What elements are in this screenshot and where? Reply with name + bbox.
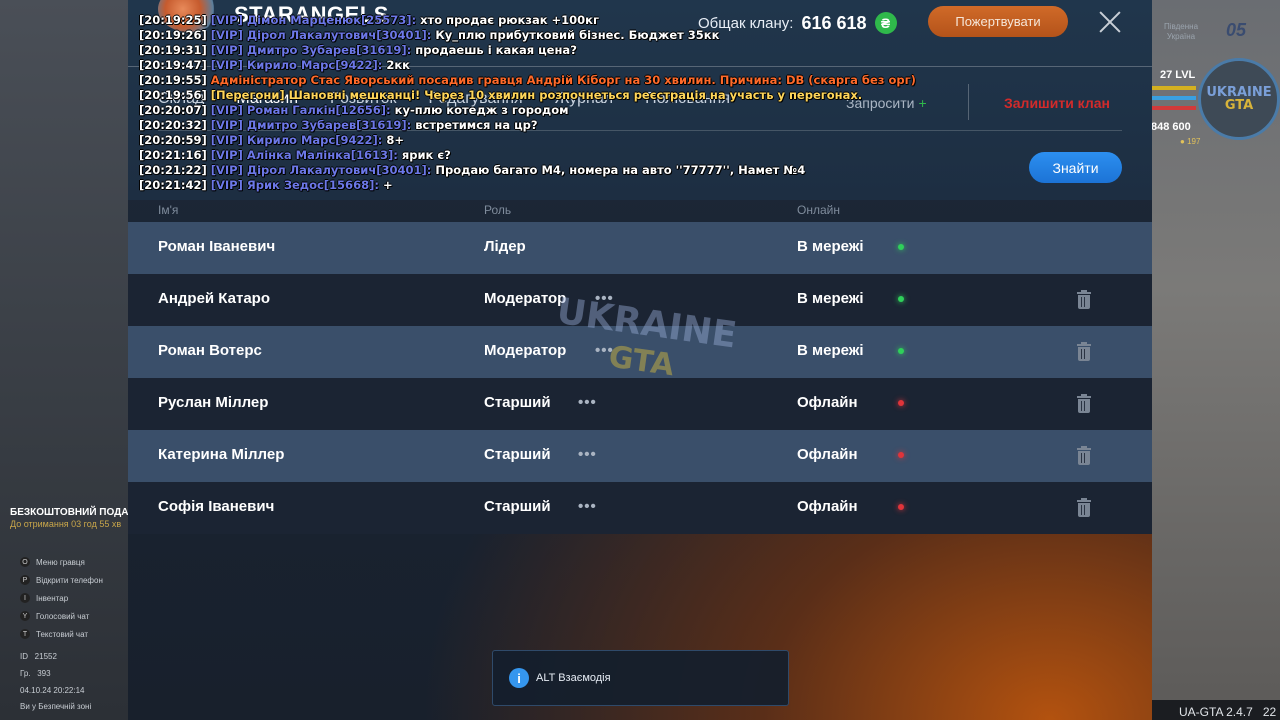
trash-icon[interactable] — [1077, 290, 1091, 309]
role-menu-icon[interactable]: ••• — [578, 446, 597, 463]
member-name: Катерина Міллер — [158, 446, 285, 463]
key-badge: Y — [20, 611, 30, 621]
chat-message: [20:19:26] [VIP] Дірол Лакалутович[30401… — [139, 28, 720, 42]
player-money: 848 600 — [1151, 121, 1191, 133]
server-number: 05 — [1226, 20, 1247, 40]
hint-text: ALT Взаємодія — [536, 672, 611, 684]
member-status: Офлайн — [797, 498, 858, 515]
member-name: Софія Іваневич — [158, 498, 275, 515]
free-gift-timer: До отримання 03 год 55 хв — [10, 519, 122, 529]
keybind-row: T Текстовий чат — [20, 629, 88, 639]
online-dot-icon — [898, 244, 904, 250]
stat-bar-hunger — [1152, 86, 1196, 90]
member-row[interactable]: Катерина Міллер Старший ••• Офлайн — [128, 430, 1152, 482]
keybind-row: I Інвентар — [20, 593, 68, 603]
chat-message: [20:20:32] [VIP] Дмитро Зубарев[31619]: … — [139, 118, 538, 132]
offline-dot-icon — [898, 452, 904, 458]
column-header-role: Роль — [484, 203, 512, 217]
chat-message: [20:20:59] [VIP] Кирило Марс[9422]: 8+ — [139, 133, 404, 147]
trash-icon[interactable] — [1077, 342, 1091, 361]
role-menu-icon[interactable]: ••• — [578, 498, 597, 515]
member-row[interactable]: Роман Іваневич Лідер В мережі — [128, 222, 1152, 274]
game-version: UA-GTA 2.4.7 22 — [1179, 705, 1277, 719]
chat-log: [20:19:25] [VIP] Дімон Марценюк[25573]: … — [139, 13, 1039, 193]
member-name: Роман Вотерс — [158, 342, 262, 359]
chat-message: [20:19:31] [VIP] Дмитро Зубарев[31619]: … — [139, 43, 577, 57]
offline-dot-icon — [898, 504, 904, 510]
coin-icon: ● — [1180, 137, 1185, 146]
member-status: В мережі — [797, 342, 864, 359]
server-logo: UKRAINE GTA — [1198, 58, 1280, 140]
online-dot-icon — [898, 348, 904, 354]
role-menu-icon[interactable]: ••• — [578, 394, 597, 411]
member-status: Офлайн — [797, 394, 858, 411]
offline-dot-icon — [898, 400, 904, 406]
player-coins: ● 197 — [1180, 137, 1201, 146]
stat-bar-health — [1152, 106, 1196, 110]
member-status: В мережі — [797, 238, 864, 255]
member-role: Лідер — [484, 238, 526, 255]
info-icon: i — [509, 668, 529, 688]
member-row[interactable]: Софія Іваневич Старший ••• Офлайн — [128, 482, 1152, 534]
interaction-hint: i ALT Взаємодія — [492, 650, 789, 706]
find-button[interactable]: Знайти — [1029, 152, 1122, 183]
datetime-display: 04.10.24 20:22:14 — [20, 686, 85, 695]
player-level: 27 LVL — [1160, 69, 1196, 81]
column-header-status: Онлайн — [797, 203, 840, 217]
member-name: Роман Іваневич — [158, 238, 276, 255]
keybind-row: P Відкрити телефон — [20, 575, 103, 585]
chat-message: [20:20:07] [VIP] Роман Галкін[12656]: ку… — [139, 103, 569, 117]
member-name: Андрей Катаро — [158, 290, 271, 307]
member-role: Старший — [484, 498, 551, 515]
trash-icon[interactable] — [1077, 446, 1091, 465]
chat-message: [20:21:16] [VIP] Алінка Малінка[1613]: я… — [139, 148, 451, 162]
chat-message: [20:19:56] [Перегони] Шановні мешканці! … — [139, 88, 863, 102]
server-name: Південна Україна — [1163, 22, 1199, 41]
chat-message: [20:19:55] Адміністратор Стас Яворський … — [139, 73, 916, 87]
key-badge: T — [20, 629, 30, 639]
chat-message: [20:21:42] [VIP] Ярик Зедос[15668]: + — [139, 178, 393, 192]
member-status: Офлайн — [797, 446, 858, 463]
key-badge: P — [20, 575, 30, 585]
stat-bar-thirst — [1152, 96, 1196, 100]
trash-icon[interactable] — [1077, 394, 1091, 413]
column-header-name: Ім'я — [158, 203, 179, 217]
online-dot-icon — [898, 296, 904, 302]
player-id: ID 21552 — [20, 652, 57, 661]
chat-message: [20:19:25] [VIP] Дімон Марценюк[25573]: … — [139, 13, 599, 27]
chat-message: [20:19:47] [VIP] Кирило Марс[9422]: 2кк — [139, 58, 410, 72]
key-badge: O — [20, 557, 30, 567]
online-count: Гр. 393 — [20, 669, 51, 678]
key-badge: I — [20, 593, 30, 603]
close-icon[interactable] — [1096, 8, 1124, 36]
member-status: В мережі — [797, 290, 864, 307]
safe-zone-label: Ви у Безпечній зоні — [20, 702, 92, 711]
keybind-row: Y Голосовий чат — [20, 611, 89, 621]
trash-icon[interactable] — [1077, 498, 1091, 517]
keybind-row: O Меню гравця — [20, 557, 85, 567]
member-role: Старший — [484, 394, 551, 411]
chat-message: [20:21:22] [VIP] Дірол Лакалутович[30401… — [139, 163, 806, 177]
member-role: Старший — [484, 446, 551, 463]
member-name: Руслан Міллер — [158, 394, 269, 411]
